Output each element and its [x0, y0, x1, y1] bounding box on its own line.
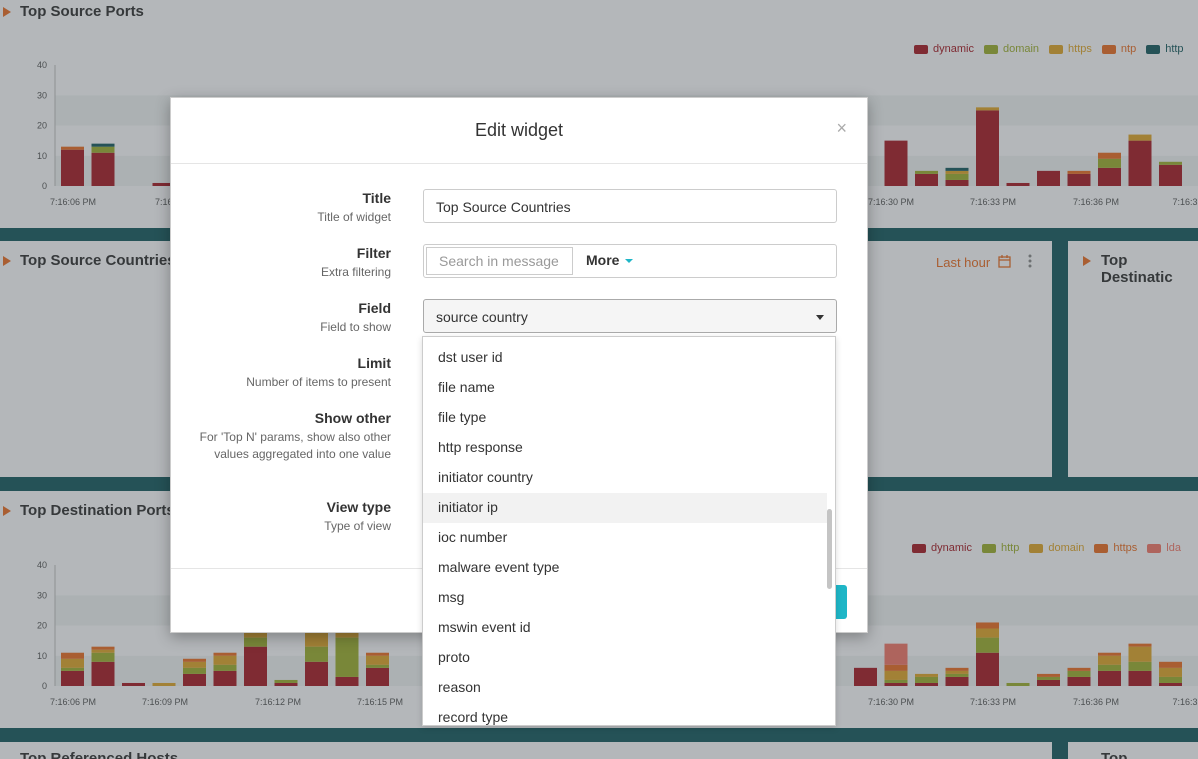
view-type-desc: Type of view	[324, 519, 391, 533]
view-type-label: View type	[326, 499, 391, 515]
filter-label-group: Filter Extra filtering	[321, 245, 391, 281]
close-icon[interactable]: ×	[836, 118, 847, 139]
filter-control: Search in message More	[423, 244, 837, 278]
field-select[interactable]: source country	[423, 299, 837, 333]
title-desc: Title of widget	[317, 210, 391, 224]
title-label: Title	[362, 190, 391, 206]
limit-desc: Number of items to present	[246, 375, 391, 389]
dropdown-option[interactable]: file name	[423, 373, 835, 403]
dropdown-options: dst user id file name file type http respon…	[423, 343, 835, 725]
show-other-label-group: Show other For 'Top N' params, show also…	[191, 410, 391, 463]
show-other-label: Show other	[314, 410, 391, 426]
modal-title: Edit widget	[474, 120, 564, 140]
dropdown-option[interactable]: http response	[423, 433, 835, 463]
dropdown-option[interactable]: dst user id	[423, 343, 835, 373]
view-type-label-group: View type Type of view	[324, 499, 391, 535]
dropdown-scrollbar[interactable]	[827, 509, 832, 589]
show-other-desc: For 'Top N' params, show also other valu…	[199, 430, 391, 461]
modal-header: Edit widget ×	[171, 98, 867, 164]
filter-search-input[interactable]: Search in message	[426, 247, 573, 275]
dropdown-option[interactable]: initiator ip	[423, 493, 827, 523]
title-label-group: Title Title of widget	[317, 190, 391, 226]
more-label: More	[586, 252, 620, 268]
dropdown-option[interactable]: file type	[423, 403, 835, 433]
title-input[interactable]: Top Source Countries	[423, 189, 837, 223]
dropdown-option[interactable]: mswin event id	[423, 613, 835, 643]
dropdown-option[interactable]: proto	[423, 643, 835, 673]
field-label: Field	[358, 300, 391, 316]
filter-more-button[interactable]: More	[586, 252, 634, 268]
dropdown-option[interactable]: msg	[423, 583, 835, 613]
dropdown-option[interactable]: initiator country	[423, 463, 835, 493]
field-select-value: source country	[436, 309, 528, 325]
dropdown-option[interactable]: record type	[423, 703, 835, 725]
limit-label: Limit	[357, 355, 391, 371]
chevron-down-icon	[816, 315, 824, 320]
dropdown-option[interactable]: reason	[423, 673, 835, 703]
field-desc: Field to show	[320, 320, 391, 334]
field-label-group: Field Field to show	[320, 300, 391, 336]
filter-desc: Extra filtering	[320, 265, 391, 279]
dropdown-option[interactable]: malware event type	[423, 553, 835, 583]
field-dropdown-menu: dst user id file name file type http respon…	[422, 336, 836, 726]
chevron-down-icon	[625, 259, 634, 264]
dropdown-option[interactable]: ioc number	[423, 523, 835, 553]
limit-label-group: Limit Number of items to present	[246, 355, 391, 391]
filter-label: Filter	[356, 245, 391, 261]
